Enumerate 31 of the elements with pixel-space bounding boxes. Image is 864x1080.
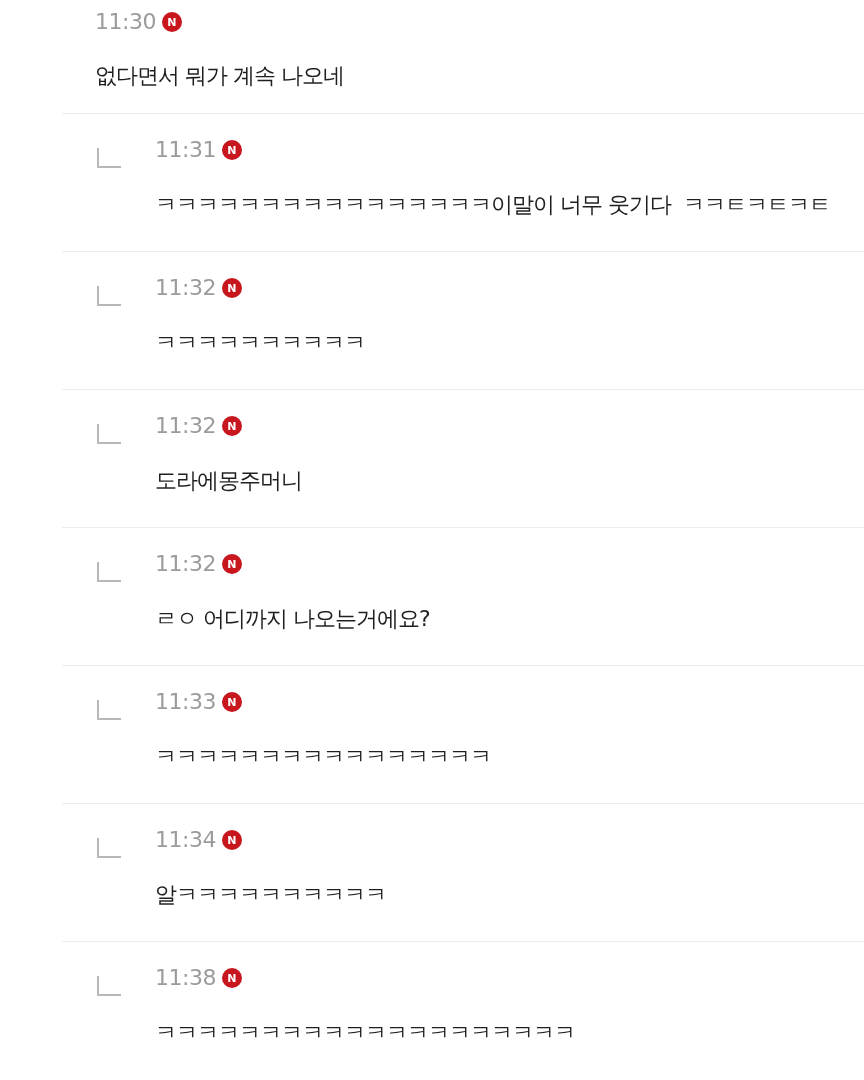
new-badge: N [221,830,242,850]
reply-corner-icon [97,976,121,996]
new-badge: N [221,554,242,574]
reply-corner-icon [97,838,121,858]
comment-text: ㅋㅋㅋㅋㅋㅋㅋㅋㅋㅋㅋㅋㅋㅋㅋㅋ [155,743,491,771]
new-badge: N [221,278,242,298]
comment-text: ㅋㅋㅋㅋㅋㅋㅋㅋㅋㅋ [155,329,365,357]
comment-time: 11:32 [155,274,216,302]
reply-corner-icon [97,148,121,168]
comment-time: 11:31 [155,136,216,164]
comment-time: 11:34 [155,826,216,854]
comment-time: 11:38 [155,964,216,992]
comment-time: 11:32 [155,412,216,440]
comment-time: 11:33 [155,688,216,716]
new-badge: N [221,140,242,160]
reply-corner-icon [97,424,121,444]
comment-text: 알ㅋㅋㅋㅋㅋㅋㅋㅋㅋㅋ [155,881,386,909]
reply-corner-icon [97,700,121,720]
comment-text: 없다면서 뭐가 계속 나오네 [95,62,344,90]
comment-text: ㅋㅋㅋㅋㅋㅋㅋㅋㅋㅋㅋㅋㅋㅋㅋㅋㅋㅋㅋㅋ [155,1019,575,1047]
comment-time: 11:32 [155,550,216,578]
reply-corner-icon [97,286,121,306]
new-badge: N [221,692,242,712]
new-badge: N [161,12,182,32]
comment-text: ㅋㅋㅋㅋㅋㅋㅋㅋㅋㅋㅋㅋㅋㅋㅋㅋ이말이 너무 웃기다 ㅋㅋㅌㅋㅌㅋㅌ [155,191,830,219]
comment-time: 11:30 [95,8,156,36]
comment-text: 도라에몽주머니 [155,467,302,495]
reply-corner-icon [97,562,121,582]
new-badge: N [221,416,242,436]
comment-text: ㄹㅇ 어디까지 나오는거에요? [155,605,430,633]
new-badge: N [221,968,242,988]
